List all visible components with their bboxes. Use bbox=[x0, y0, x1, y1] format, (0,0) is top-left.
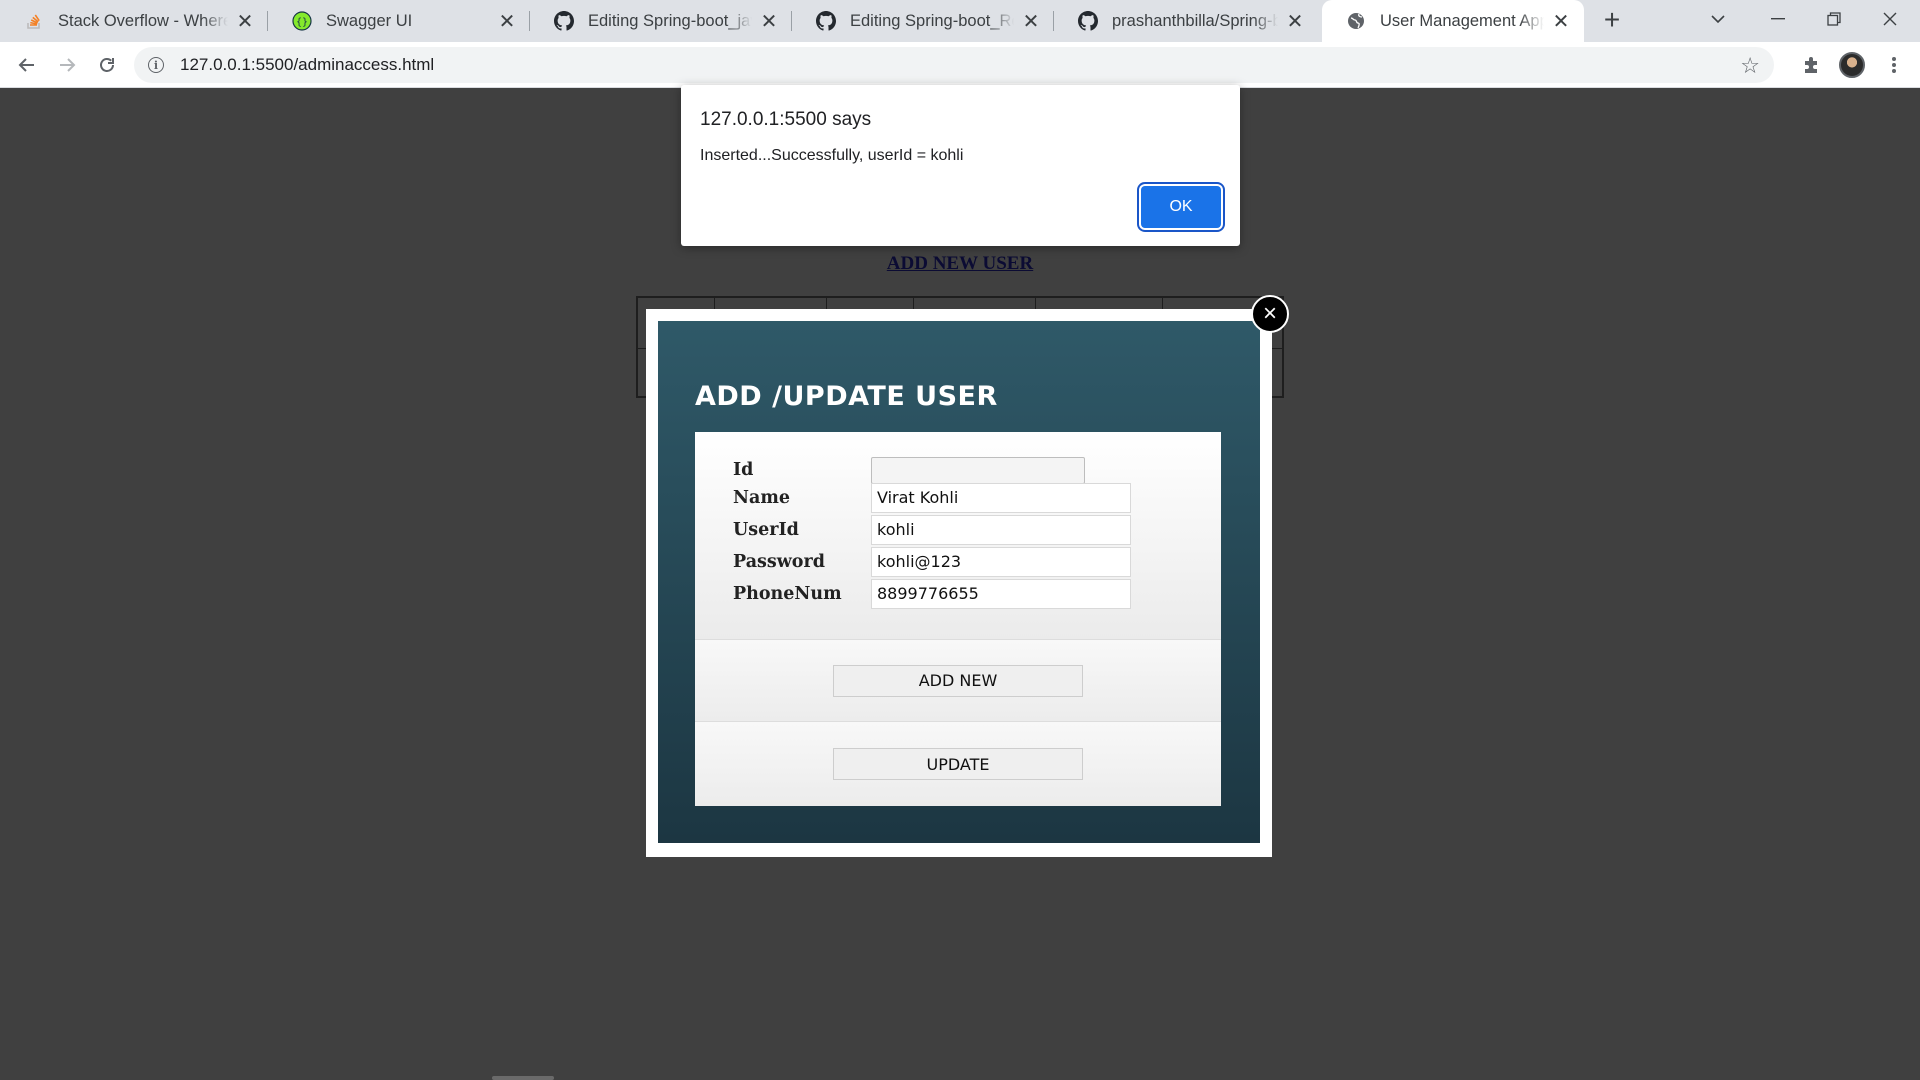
alert-dialog: 127.0.0.1:5500 says Inserted...Successfu… bbox=[681, 85, 1240, 246]
tab-github-reactjs[interactable]: Editing Spring-boot_ReactJs ✕ bbox=[792, 0, 1054, 42]
close-icon[interactable]: ✕ bbox=[758, 10, 780, 33]
field-label: PhoneNum bbox=[733, 584, 842, 604]
minimize-button[interactable] bbox=[1750, 0, 1806, 38]
modal-title: ADD /UPDATE USER bbox=[695, 381, 998, 412]
phonenum-input[interactable]: 8899776655 bbox=[871, 579, 1131, 609]
back-button[interactable] bbox=[11, 49, 43, 81]
modal-body: ADD /UPDATE USER Id Name Virat Kohli Use… bbox=[658, 321, 1260, 843]
restore-button[interactable] bbox=[1806, 0, 1862, 38]
update-button[interactable]: UPDATE bbox=[833, 748, 1083, 780]
tab-title: Swagger UI bbox=[326, 11, 413, 30]
menu-button[interactable] bbox=[1878, 49, 1910, 81]
close-icon[interactable]: ✕ bbox=[1284, 10, 1306, 33]
tab-strip: Stack Overflow - Where Developers Learn … bbox=[0, 0, 1920, 42]
field-userid: UserId kohli bbox=[733, 515, 1131, 545]
field-label: UserId bbox=[733, 520, 799, 540]
github-icon bbox=[1078, 11, 1098, 31]
add-new-button[interactable]: ADD NEW bbox=[833, 664, 1083, 697]
field-name: Name Virat Kohli bbox=[733, 483, 1131, 513]
id-input[interactable] bbox=[871, 456, 1085, 484]
arrow-left-icon bbox=[18, 58, 34, 72]
tab-search-button[interactable] bbox=[1690, 0, 1746, 38]
puzzle-icon bbox=[1805, 57, 1817, 73]
url-text[interactable]: 127.0.0.1:5500/adminaccess.html bbox=[180, 55, 434, 75]
avatar bbox=[1839, 52, 1865, 78]
minimize-icon bbox=[1771, 18, 1785, 20]
reload-icon bbox=[100, 58, 114, 72]
ok-button[interactable]: OK bbox=[1141, 186, 1221, 228]
extensions-button[interactable] bbox=[1796, 49, 1828, 81]
tab-swagger[interactable]: {} Swagger UI ✕ bbox=[268, 0, 530, 42]
stackoverflow-icon bbox=[24, 11, 44, 31]
tab-user-management[interactable]: User Management App ✕ bbox=[1322, 0, 1584, 42]
close-icon[interactable]: ✕ bbox=[234, 10, 256, 33]
horizontal-scrollbar[interactable] bbox=[492, 1076, 554, 1080]
close-icon[interactable]: ✕ bbox=[1550, 10, 1572, 33]
form-fields: Id Name Virat Kohli UserId kohli Passwor… bbox=[695, 432, 1221, 639]
password-input[interactable]: kohli@123 bbox=[871, 547, 1131, 577]
new-tab-button[interactable]: + bbox=[1596, 6, 1628, 36]
info-icon[interactable]: i bbox=[148, 57, 164, 73]
tab-title: Editing Spring-boot_javascript bbox=[588, 11, 752, 30]
name-input[interactable]: Virat Kohli bbox=[871, 483, 1131, 513]
address-bar[interactable]: i 127.0.0.1:5500/adminaccess.html ☆ bbox=[134, 47, 1774, 83]
alert-message: Inserted...Successfully, userId = kohli bbox=[700, 147, 964, 164]
userid-input[interactable]: kohli bbox=[871, 515, 1131, 545]
user-form: Id Name Virat Kohli UserId kohli Passwor… bbox=[695, 432, 1221, 806]
reload-button[interactable] bbox=[91, 49, 123, 81]
close-icon[interactable]: ✕ bbox=[1020, 10, 1042, 33]
github-icon bbox=[554, 11, 574, 31]
restore-icon bbox=[1827, 12, 1841, 26]
profile-button[interactable] bbox=[1836, 49, 1868, 81]
globe-icon bbox=[1346, 11, 1366, 31]
field-label: Id bbox=[733, 460, 754, 480]
arrow-right-icon bbox=[60, 58, 76, 72]
bookmark-star-icon[interactable]: ☆ bbox=[1740, 53, 1760, 79]
tab-title: Stack Overflow - Where Developers Learn bbox=[58, 11, 228, 30]
tab-stackoverflow[interactable]: Stack Overflow - Where Developers Learn … bbox=[0, 0, 268, 42]
tab-github-repo[interactable]: prashanthbilla/Spring-boot ✕ bbox=[1054, 0, 1318, 42]
field-phonenum: PhoneNum 8899776655 bbox=[733, 579, 1131, 609]
close-icon bbox=[1883, 12, 1897, 26]
tab-github-javascript[interactable]: Editing Spring-boot_javascript ✕ bbox=[530, 0, 792, 42]
more-vertical-icon bbox=[1892, 57, 1896, 73]
tab-title: Editing Spring-boot_ReactJs bbox=[850, 11, 1014, 30]
forward-button[interactable] bbox=[51, 49, 83, 81]
swagger-icon: {} bbox=[292, 11, 312, 31]
add-update-user-modal: ADD /UPDATE USER Id Name Virat Kohli Use… bbox=[646, 309, 1272, 857]
alert-origin: 127.0.0.1:5500 says bbox=[700, 109, 872, 130]
field-password: Password kohli@123 bbox=[733, 547, 1131, 577]
github-icon bbox=[816, 11, 836, 31]
tab-title: User Management App bbox=[1380, 11, 1544, 30]
add-button-row: ADD NEW bbox=[695, 639, 1221, 721]
browser-toolbar: i 127.0.0.1:5500/adminaccess.html ☆ bbox=[0, 42, 1920, 88]
update-button-row: UPDATE bbox=[695, 721, 1221, 806]
tab-title: prashanthbilla/Spring-boot bbox=[1112, 11, 1278, 30]
chevron-down-icon bbox=[1711, 15, 1725, 24]
modal-close-button[interactable]: × bbox=[1251, 295, 1289, 333]
field-id: Id bbox=[733, 455, 1085, 485]
field-label: Password bbox=[733, 552, 825, 572]
close-icon[interactable]: ✕ bbox=[496, 10, 518, 33]
field-label: Name bbox=[733, 488, 790, 508]
add-new-user-link[interactable]: ADD NEW USER bbox=[0, 253, 1920, 275]
svg-text:{}: {} bbox=[296, 17, 308, 28]
window-close-button[interactable] bbox=[1862, 0, 1918, 38]
